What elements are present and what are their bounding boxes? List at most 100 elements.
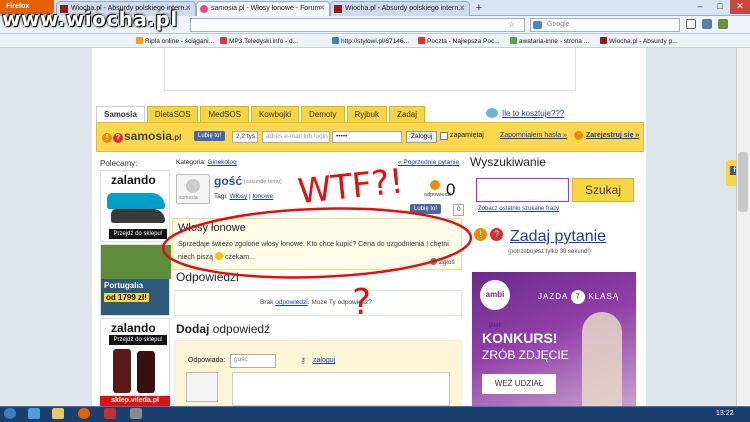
responder-name-field[interactable]: gość [230, 354, 276, 368]
forgot-password-link[interactable]: Zapomniałem hasła » [500, 132, 567, 139]
ambipur-ad[interactable]: ambi pur JAZDA 7 KLASĄ KONKURS! ZRÓB ZDJ… [472, 272, 636, 406]
tab-kowbojki[interactable]: Kowbojki [250, 106, 299, 122]
fb-like-button[interactable]: Lubię to! [410, 204, 442, 214]
vileda-ad[interactable]: sklep.vileda.pl [100, 396, 170, 406]
tab-dietasos[interactable]: DietaSOS [146, 106, 199, 122]
google-icon[interactable] [533, 21, 542, 29]
ask-subtext: (potrzebujesz tylko 30 sekund!) [508, 249, 592, 255]
tab-ryjbuk[interactable]: Ryjbuk [346, 106, 387, 122]
page-scrollbar[interactable] [736, 48, 750, 406]
bookmarks-menu-icon[interactable] [686, 19, 696, 29]
close-tab-icon[interactable]: ✕ [459, 4, 465, 12]
url-bar[interactable] [190, 18, 525, 32]
tab-wiocha-2[interactable]: Wiocha.pl - Absurdy polskiego intern... ✕ [330, 1, 470, 16]
bookmark-item[interactable]: awataria-inne - strona ... [510, 37, 589, 45]
wiocha-favicon-icon [334, 5, 342, 13]
ad-logo: ambi pur [480, 280, 510, 329]
tab-label: Wiocha.pl - Absurdy polskiego intern... [345, 5, 465, 12]
explorer-icon[interactable] [52, 408, 64, 419]
start-button-icon[interactable] [4, 408, 16, 419]
last-searches-link[interactable]: Zobacz ostatnio szukane frazy [478, 206, 559, 212]
answer-textarea[interactable] [232, 372, 450, 406]
tab-demoty[interactable]: Demoty [300, 106, 345, 122]
site-search-button[interactable]: Szukaj [572, 178, 634, 202]
author-name[interactable]: gość [214, 174, 242, 188]
app-icon[interactable] [130, 408, 142, 419]
ad-brand: zalando [111, 321, 156, 335]
smiley-icon [214, 252, 223, 260]
scrollbar-thumb[interactable] [738, 152, 748, 212]
close-tab-icon[interactable]: ✕ [319, 4, 325, 12]
samosia-logo[interactable]: !? samosia.pl [102, 129, 181, 143]
tab-samosia-site[interactable]: Samosia [96, 106, 145, 122]
samosia-favicon-icon [200, 5, 208, 13]
sneaker-image [111, 209, 165, 223]
answers-link[interactable]: odpowiedzi [275, 299, 308, 306]
form-avatar [186, 372, 218, 402]
new-tab-button[interactable]: + [472, 2, 486, 15]
category-line: Kategoria: Ginekolog [176, 159, 237, 166]
bookmark-item[interactable]: http://stylowi.pl/67146... [332, 37, 409, 45]
ad-tagline: JAZDA 7 KLASĄ [538, 290, 619, 304]
remember-checkbox[interactable] [440, 132, 448, 140]
firefox-icon[interactable] [78, 408, 90, 419]
home-icon[interactable] [718, 19, 728, 29]
maximize-button[interactable]: □ [710, 0, 730, 14]
password-field[interactable]: ••••• [332, 131, 402, 143]
downloads-icon[interactable] [702, 19, 712, 29]
app-icon[interactable] [104, 408, 116, 419]
ask-bubble-icon: ! [474, 228, 487, 241]
tab-medsos[interactable]: MedSOS [200, 106, 249, 122]
bookmark-item[interactable]: Wiocha.pl - Absurdy p... [600, 37, 678, 45]
portugal-ad[interactable]: Portugalia od 1799 zł! [100, 244, 171, 316]
site-nav-tabs: Samosia DietaSOS MedSOS Kowbojki Demoty … [96, 106, 425, 122]
ie-icon[interactable] [28, 408, 40, 419]
login-link[interactable]: zaloguj [313, 357, 335, 364]
fb-like-button[interactable]: Lubię to! [194, 131, 226, 141]
bookmark-star-icon[interactable]: ☆ [508, 20, 515, 29]
site-search-input[interactable] [476, 178, 569, 202]
question-bubble-icon: ? [113, 133, 123, 143]
category-link[interactable]: Ginekolog [207, 159, 236, 166]
search-box[interactable]: Google [530, 18, 680, 32]
top-banner-ad[interactable] [164, 48, 576, 91]
bookmark-item[interactable]: Poczta - Najlepsza Poc... [418, 37, 500, 45]
search-placeholder: Google [547, 21, 570, 28]
fb-like-count: 0 [453, 204, 464, 216]
zalando-boots-ad[interactable]: zalando Przejdź do sklepu! [100, 318, 170, 396]
login-button[interactable]: Zaloguj [406, 131, 438, 143]
ask-bubble-icon: ? [490, 228, 503, 241]
no-answers-text: Brak odpowiedzi. Może Ty odpowiesz? [260, 299, 372, 306]
minimize-button[interactable]: – [690, 0, 710, 14]
author-meta: [sekundę temu] [244, 179, 282, 185]
remember-label: zapamiętaj [450, 132, 484, 139]
answers-count: 0 [446, 180, 456, 199]
recommend-label: Polecamy: [100, 159, 138, 168]
sneaker-image [107, 193, 165, 209]
ask-question-link[interactable]: Zadaj pytanie [510, 228, 606, 246]
paw-icon [486, 108, 498, 118]
bookmark-item[interactable]: Ripla online - ściągani... [136, 37, 214, 45]
close-window-button[interactable]: ✕ [730, 0, 750, 14]
tag-link[interactable]: Włosy [230, 193, 248, 200]
woman-image [582, 312, 622, 406]
bookmark-icon [600, 37, 607, 44]
email-field[interactable]: adres e-mail lub login [262, 131, 330, 143]
register-link[interactable]: Zarejestruj się » [586, 132, 639, 139]
tab-zadaj[interactable]: Zadaj [388, 106, 425, 122]
ad-cta-button[interactable]: WEŹ UDZIAŁ [482, 374, 556, 394]
ad-cta[interactable]: Przejdź do sklepu! [109, 335, 167, 345]
tag-link[interactable]: łonowe [253, 193, 274, 200]
cost-link[interactable]: Ile to kosztuje??? [502, 106, 564, 118]
question-title: Włosy łonowe [178, 222, 246, 234]
report-link[interactable]: Zgłoś [430, 258, 455, 266]
bookmark-item[interactable]: MP3.Teledyski.info - d... [220, 37, 298, 45]
cost-link-area: Ile to kosztuje??? [486, 106, 642, 122]
answers-bubble-icon [430, 180, 440, 190]
zalando-shoe-ad[interactable]: zalando Przejdź do sklepu! [100, 170, 170, 242]
tab-samosia[interactable]: samosia.pl - Włosy łonowe - Forum ✕ [196, 1, 330, 16]
add-answer-heading: Dodaj odpowiedź [176, 322, 271, 336]
previous-question-link[interactable]: « Poprzednie pytanie [398, 159, 459, 166]
close-tab-icon[interactable]: ✕ [185, 4, 191, 12]
ad-cta[interactable]: Przejdź do sklepu! [109, 229, 167, 239]
